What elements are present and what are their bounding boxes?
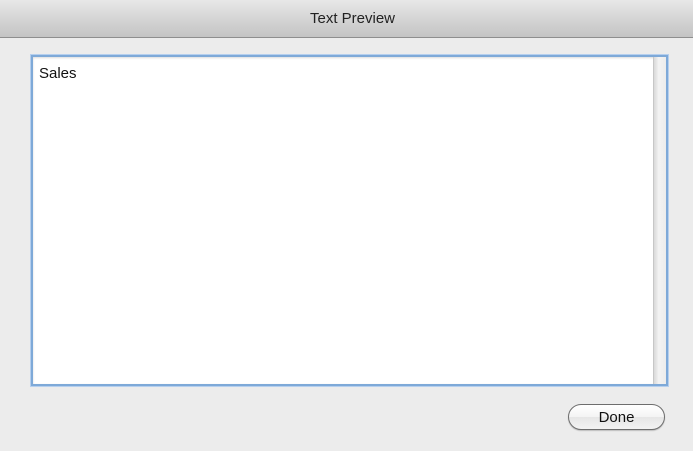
done-button[interactable]: Done xyxy=(568,404,665,430)
preview-text: Sales xyxy=(39,65,77,82)
vertical-scrollbar[interactable] xyxy=(653,57,666,384)
title-bar[interactable]: Text Preview xyxy=(0,0,693,38)
window-title: Text Preview xyxy=(309,10,396,27)
preview-text-area[interactable]: Sales xyxy=(31,55,668,386)
text-preview-dialog: Text Preview Sales Done xyxy=(0,0,693,451)
